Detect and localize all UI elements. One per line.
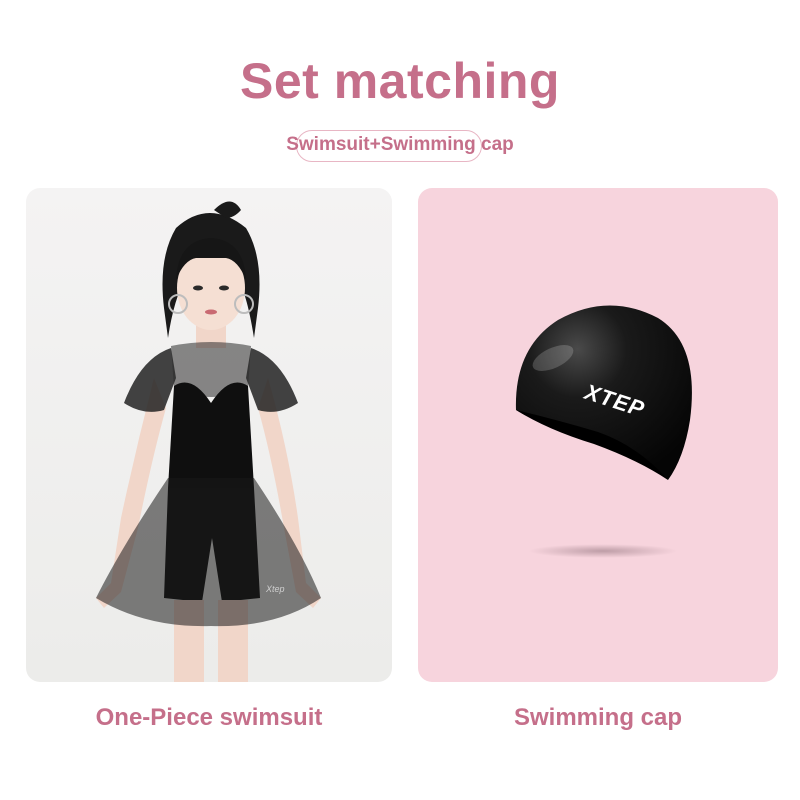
svg-text:Xtep: Xtep	[265, 584, 285, 594]
swimsuit-model-image: Xtep	[96, 201, 321, 682]
cap-shadow	[528, 544, 678, 558]
swim-cap-caption: Swimming cap	[513, 704, 683, 731]
swim-cap-product-card[interactable]: XTEP	[418, 188, 778, 682]
swimsuit-caption: One-Piece swimsuit	[95, 704, 323, 731]
swimsuit-product-card[interactable]: Xtep	[26, 188, 392, 682]
page-title: Set matching	[240, 53, 560, 109]
swim-cap-image	[515, 305, 692, 480]
page-subtitle: Swimsuit+Swimming cap	[286, 134, 514, 155]
